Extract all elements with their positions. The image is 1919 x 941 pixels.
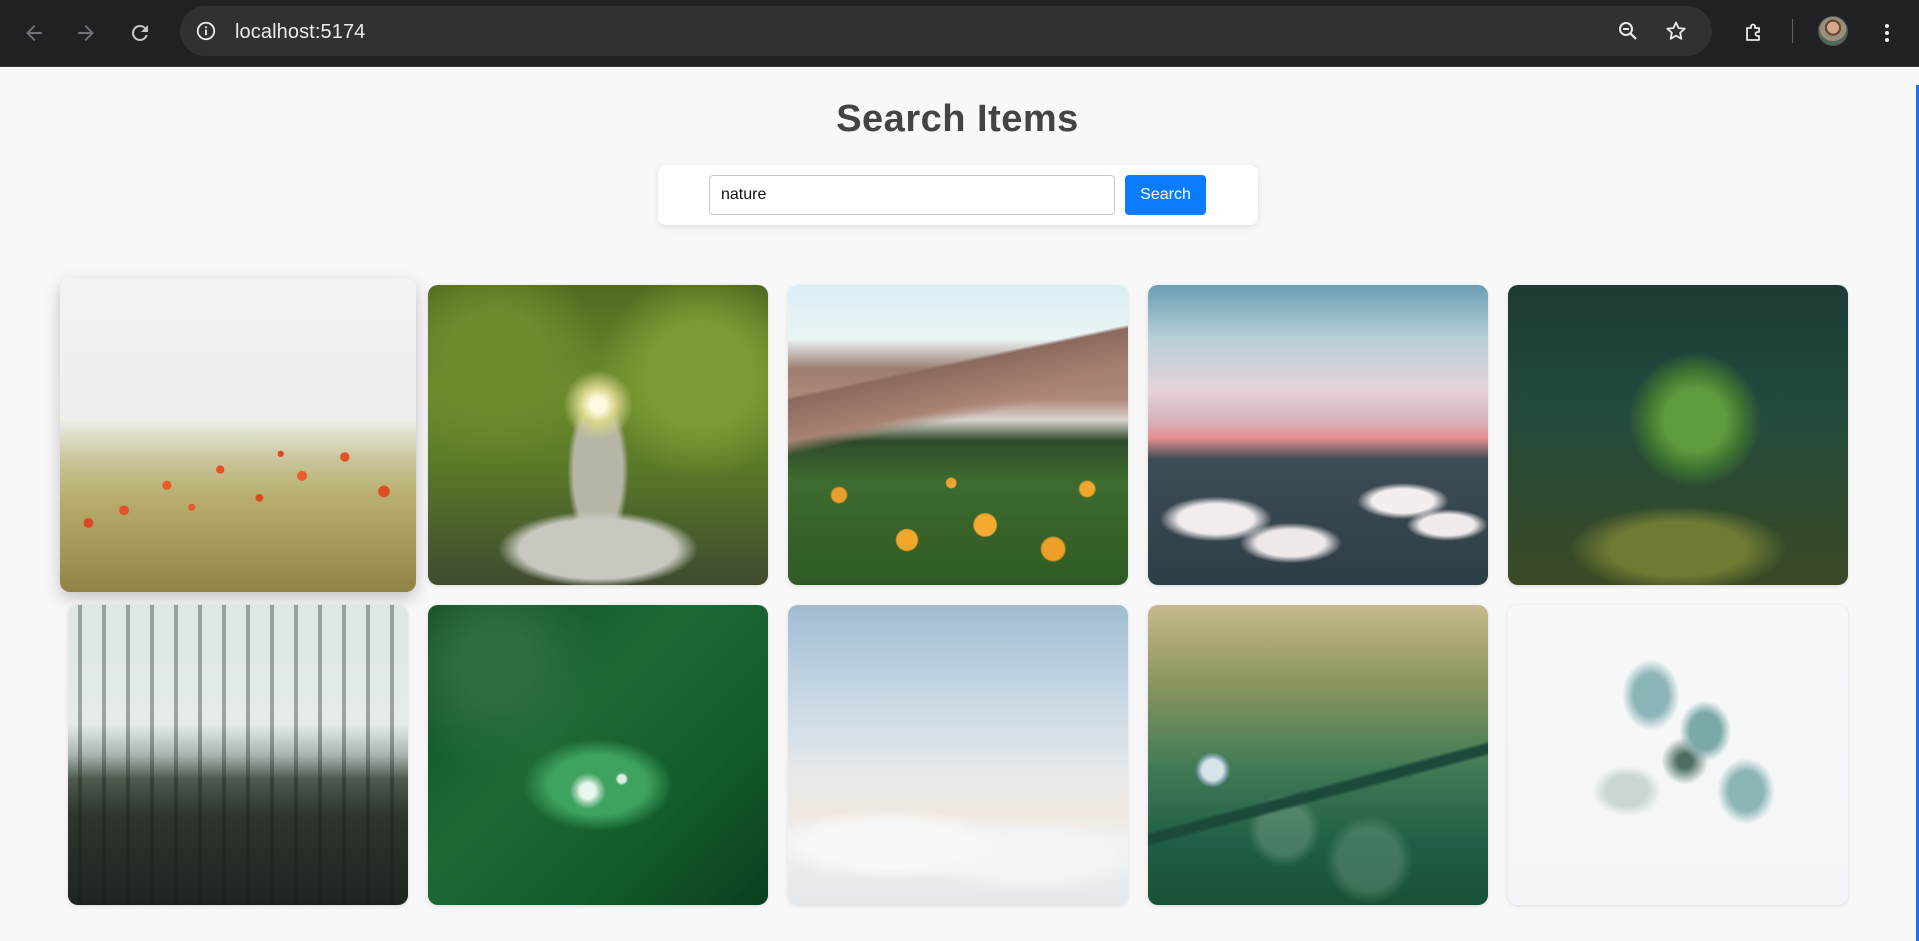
gallery-item-flowers[interactable] — [1508, 605, 1848, 905]
reload-icon — [131, 24, 148, 41]
back-button[interactable] — [14, 13, 54, 53]
site-info-button[interactable] — [194, 19, 218, 43]
address-bar[interactable]: localhost:5174 — [180, 6, 1712, 56]
image-forest — [68, 605, 408, 905]
gallery-item-sky[interactable] — [788, 605, 1128, 905]
gallery-item-moss[interactable] — [1508, 285, 1848, 585]
image-leaf — [428, 605, 768, 905]
image-clouds — [1148, 285, 1488, 585]
arrow-left-icon — [26, 25, 42, 41]
zoom-out-icon — [1619, 22, 1637, 40]
gallery-item-tree[interactable] — [428, 285, 768, 585]
gallery-item-clouds[interactable] — [1148, 285, 1488, 585]
gallery-item-mountain[interactable] — [788, 285, 1128, 585]
reload-button[interactable] — [120, 13, 160, 53]
gallery-item-leaf[interactable] — [428, 605, 768, 905]
bookmark-button[interactable] — [1664, 19, 1688, 43]
image-moss — [1508, 285, 1848, 585]
browser-toolbar: localhost:5174 — [0, 0, 1919, 67]
avatar[interactable] — [1818, 16, 1848, 46]
zoom-button[interactable] — [1616, 19, 1640, 43]
gallery-item-poppies[interactable] — [60, 278, 416, 592]
search-button[interactable]: Search — [1125, 175, 1206, 215]
kebab-menu-icon — [1885, 24, 1889, 42]
page-title: Search Items — [836, 98, 1079, 140]
toolbar-divider — [1792, 19, 1793, 43]
gallery-item-forest[interactable] — [68, 605, 408, 905]
image-mountain — [788, 285, 1128, 585]
search-form: Search — [658, 165, 1258, 225]
image-tree — [428, 285, 768, 585]
star-icon — [1666, 21, 1686, 40]
page-content: Search Items Search — [0, 68, 1919, 941]
image-poppies — [60, 278, 416, 592]
arrow-right-icon — [78, 25, 94, 41]
browser-menu-button[interactable] — [1867, 13, 1907, 53]
url-text: localhost:5174 — [235, 21, 366, 43]
image-drop — [1148, 605, 1488, 905]
info-icon — [196, 21, 216, 41]
gallery-item-drop[interactable] — [1148, 605, 1488, 905]
extensions-button[interactable] — [1734, 13, 1774, 53]
image-sky — [788, 605, 1128, 905]
puzzle-icon — [1746, 23, 1760, 41]
image-flowers — [1508, 605, 1848, 905]
search-input[interactable] — [709, 175, 1115, 215]
forward-button[interactable] — [66, 13, 106, 53]
